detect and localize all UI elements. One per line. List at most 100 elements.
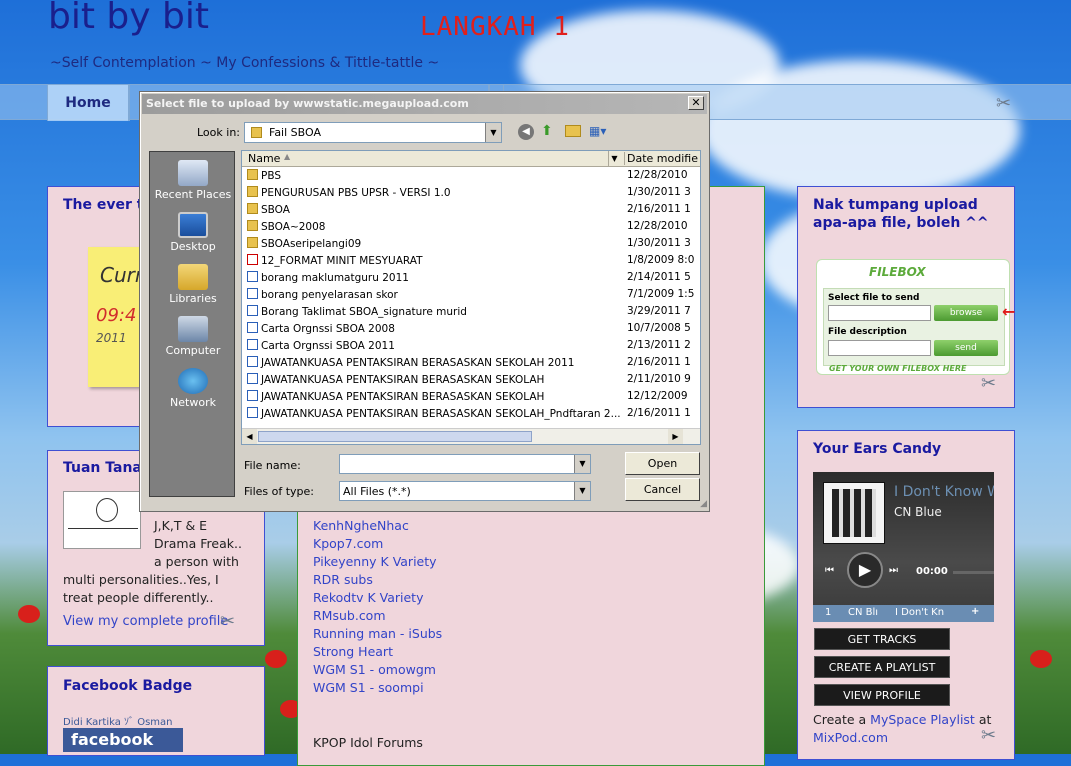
wrench-icon[interactable]: ✂	[220, 611, 235, 632]
close-button[interactable]: ✕	[688, 96, 704, 110]
file-row[interactable]: Borang Taklimat SBOA_signature murid 3/29…	[247, 305, 697, 322]
file-row[interactable]: Carta Orgnssi SBOA 2008 10/7/2008 5	[247, 322, 697, 339]
file-row[interactable]: SBOA~2008 12/28/2010	[247, 220, 697, 237]
forums-heading: KPOP Idol Forums	[313, 735, 423, 750]
add-icon[interactable]: +	[971, 606, 979, 617]
place-recent[interactable]: Recent Places	[150, 160, 236, 201]
browse-button[interactable]: browse	[934, 305, 998, 321]
get-tracks-button[interactable]: GET TRACKS	[814, 628, 950, 650]
filebox-footer[interactable]: GET YOUR OWN FILEBOX HERE	[829, 364, 966, 373]
folder-icon	[247, 169, 258, 180]
view-menu-icon[interactable]: ▦▾	[589, 124, 606, 138]
link-item[interactable]: Pikeyenny K Variety	[313, 554, 437, 569]
upload-widget: Nak tumpang upload apa-apa file, boleh ^…	[797, 186, 1015, 408]
place-computer[interactable]: Computer	[150, 316, 236, 357]
description-input[interactable]	[828, 340, 931, 356]
tab-home[interactable]: Home	[47, 85, 129, 121]
file-name: JAWATANKUASA PENTAKSIRAN BERASASKAN SEKO…	[261, 408, 621, 420]
link-item[interactable]: RMsub.com	[313, 608, 386, 623]
playlist-tab[interactable]: CN Blı	[848, 607, 878, 618]
file-name: borang penyelarasan skor	[261, 289, 398, 301]
place-label: Libraries	[169, 292, 217, 305]
place-libraries[interactable]: Libraries	[150, 264, 236, 305]
new-folder-icon[interactable]	[565, 125, 581, 137]
view-profile-link[interactable]: View my complete profile	[63, 614, 228, 629]
file-type-select[interactable]: All Files (*.*) ▼	[339, 481, 591, 501]
horizontal-scrollbar[interactable]: ◀ ▶	[242, 428, 700, 444]
file-name: Carta Orgnssi SBOA 2011	[261, 340, 395, 352]
place-desktop[interactable]: Desktop	[150, 212, 236, 253]
file-row[interactable]: SBOA 2/16/2011 1	[247, 203, 697, 220]
link-item[interactable]: KenhNgheNhac	[313, 518, 409, 533]
file-row[interactable]: PBS 12/28/2010	[247, 169, 697, 186]
facebook-logo[interactable]: facebook	[63, 728, 183, 752]
link-item[interactable]: Kpop7.com	[313, 536, 383, 551]
file-date: 3/29/2011 7	[627, 305, 691, 317]
file-row[interactable]: SBOAseripelangi09 1/30/2011 3	[247, 237, 697, 254]
file-row[interactable]: JAWATANKUASA PENTAKSIRAN BERASASKAN SEKO…	[247, 373, 697, 390]
file-date: 2/16/2011 1	[627, 407, 691, 419]
file-row[interactable]: Carta Orgnssi SBOA 2011 2/13/2011 2	[247, 339, 697, 356]
blog-title[interactable]: bit by bit	[48, 0, 209, 37]
up-folder-icon[interactable]: ⬆	[541, 123, 553, 139]
file-row[interactable]: 12_FORMAT MINIT MESYUARAT 1/8/2009 8:0	[247, 254, 697, 271]
cancel-button[interactable]: Cancel	[625, 478, 700, 501]
link-item[interactable]: WGM S1 - soompi	[313, 680, 424, 695]
scroll-left-icon[interactable]: ◀	[242, 429, 257, 444]
album-art	[823, 482, 885, 544]
chevron-down-icon[interactable]: ▼	[574, 455, 590, 473]
progress-bar[interactable]	[953, 571, 994, 574]
file-name: JAWATANKUASA PENTAKSIRAN BERASASKAN SEKO…	[261, 374, 545, 386]
clock-widget: The ever tic Curr 09:4 2011	[47, 186, 157, 427]
prev-icon[interactable]: ⏮	[825, 565, 834, 576]
poppy-flower	[1030, 650, 1052, 668]
file-name-input[interactable]: ▼	[339, 454, 591, 474]
file-row[interactable]: JAWATANKUASA PENTAKSIRAN BERASASKAN SEKO…	[247, 407, 697, 424]
facebook-widget: Facebook Badge Didi Kartika ｿﾞ Osman fac…	[47, 666, 265, 756]
resize-grip-icon[interactable]: ◢	[700, 499, 707, 509]
file-row[interactable]: borang penyelarasan skor 7/1/2009 1:5	[247, 288, 697, 305]
send-button[interactable]: send	[934, 340, 998, 356]
wrench-icon[interactable]: ✂	[981, 725, 996, 746]
file-date: 12/12/2009	[627, 390, 688, 402]
column-separator[interactable]: ▼	[608, 151, 620, 166]
file-row[interactable]: borang maklumatguru 2011 2/14/2011 5	[247, 271, 697, 288]
step-annotation: LANGKAH 1	[420, 12, 570, 42]
chevron-down-icon[interactable]: ▼	[485, 123, 501, 142]
desktop-icon	[178, 212, 208, 238]
libraries-icon	[178, 264, 208, 290]
link-item[interactable]: WGM S1 - omowgm	[313, 662, 436, 677]
file-row[interactable]: JAWATANKUASA PENTAKSIRAN BERASASKAN SEKO…	[247, 390, 697, 407]
file-list[interactable]: Name ▲ ▼ Date modifie PBS 12/28/2010 PENGU…	[241, 150, 701, 445]
dialog-titlebar[interactable]: Select file to upload by wwwstatic.megau…	[142, 94, 707, 114]
playlist-bar: 1 CN Blı I Don't Kn +	[813, 605, 994, 622]
scroll-right-icon[interactable]: ▶	[668, 429, 683, 444]
wrench-icon[interactable]: ✂	[981, 373, 996, 394]
column-name[interactable]: Name	[248, 152, 280, 165]
myspace-link[interactable]: MySpace Playlist	[870, 712, 975, 727]
chevron-down-icon[interactable]: ▼	[574, 482, 590, 500]
mixpod-link[interactable]: MixPod.com	[813, 730, 888, 745]
link-item[interactable]: Strong Heart	[313, 644, 393, 659]
file-input[interactable]	[828, 305, 931, 321]
file-date: 1/8/2009 8:0	[627, 254, 695, 266]
place-network[interactable]: Network	[150, 368, 236, 409]
file-row[interactable]: PENGURUSAN PBS UPSR - VERSI 1.0 1/30/2011…	[247, 186, 697, 203]
look-in-select[interactable]: Fail SBOA ▼	[244, 122, 502, 143]
wrench-icon[interactable]: ✂	[996, 93, 1011, 114]
view-profile-button[interactable]: VIEW PROFILE	[814, 684, 950, 706]
link-item[interactable]: RDR subs	[313, 572, 373, 587]
next-icon[interactable]: ⏭	[889, 565, 898, 576]
link-item[interactable]: Rekodtv K Variety	[313, 590, 423, 605]
back-icon[interactable]: ◀	[518, 124, 534, 140]
playlist-tab[interactable]: I Don't Kn	[895, 607, 944, 618]
play-button[interactable]: ▶	[847, 552, 883, 588]
link-item[interactable]: Running man - iSubs	[313, 626, 442, 641]
scroll-thumb[interactable]	[258, 431, 532, 442]
open-button[interactable]: Open	[625, 452, 700, 475]
create-playlist-button[interactable]: CREATE A PLAYLIST	[814, 656, 950, 678]
file-row[interactable]: JAWATANKUASA PENTAKSIRAN BERASASKAN SEKO…	[247, 356, 697, 373]
playlist-number[interactable]: 1	[825, 607, 831, 618]
avatar	[63, 491, 141, 549]
column-date[interactable]: Date modifie	[624, 152, 698, 165]
